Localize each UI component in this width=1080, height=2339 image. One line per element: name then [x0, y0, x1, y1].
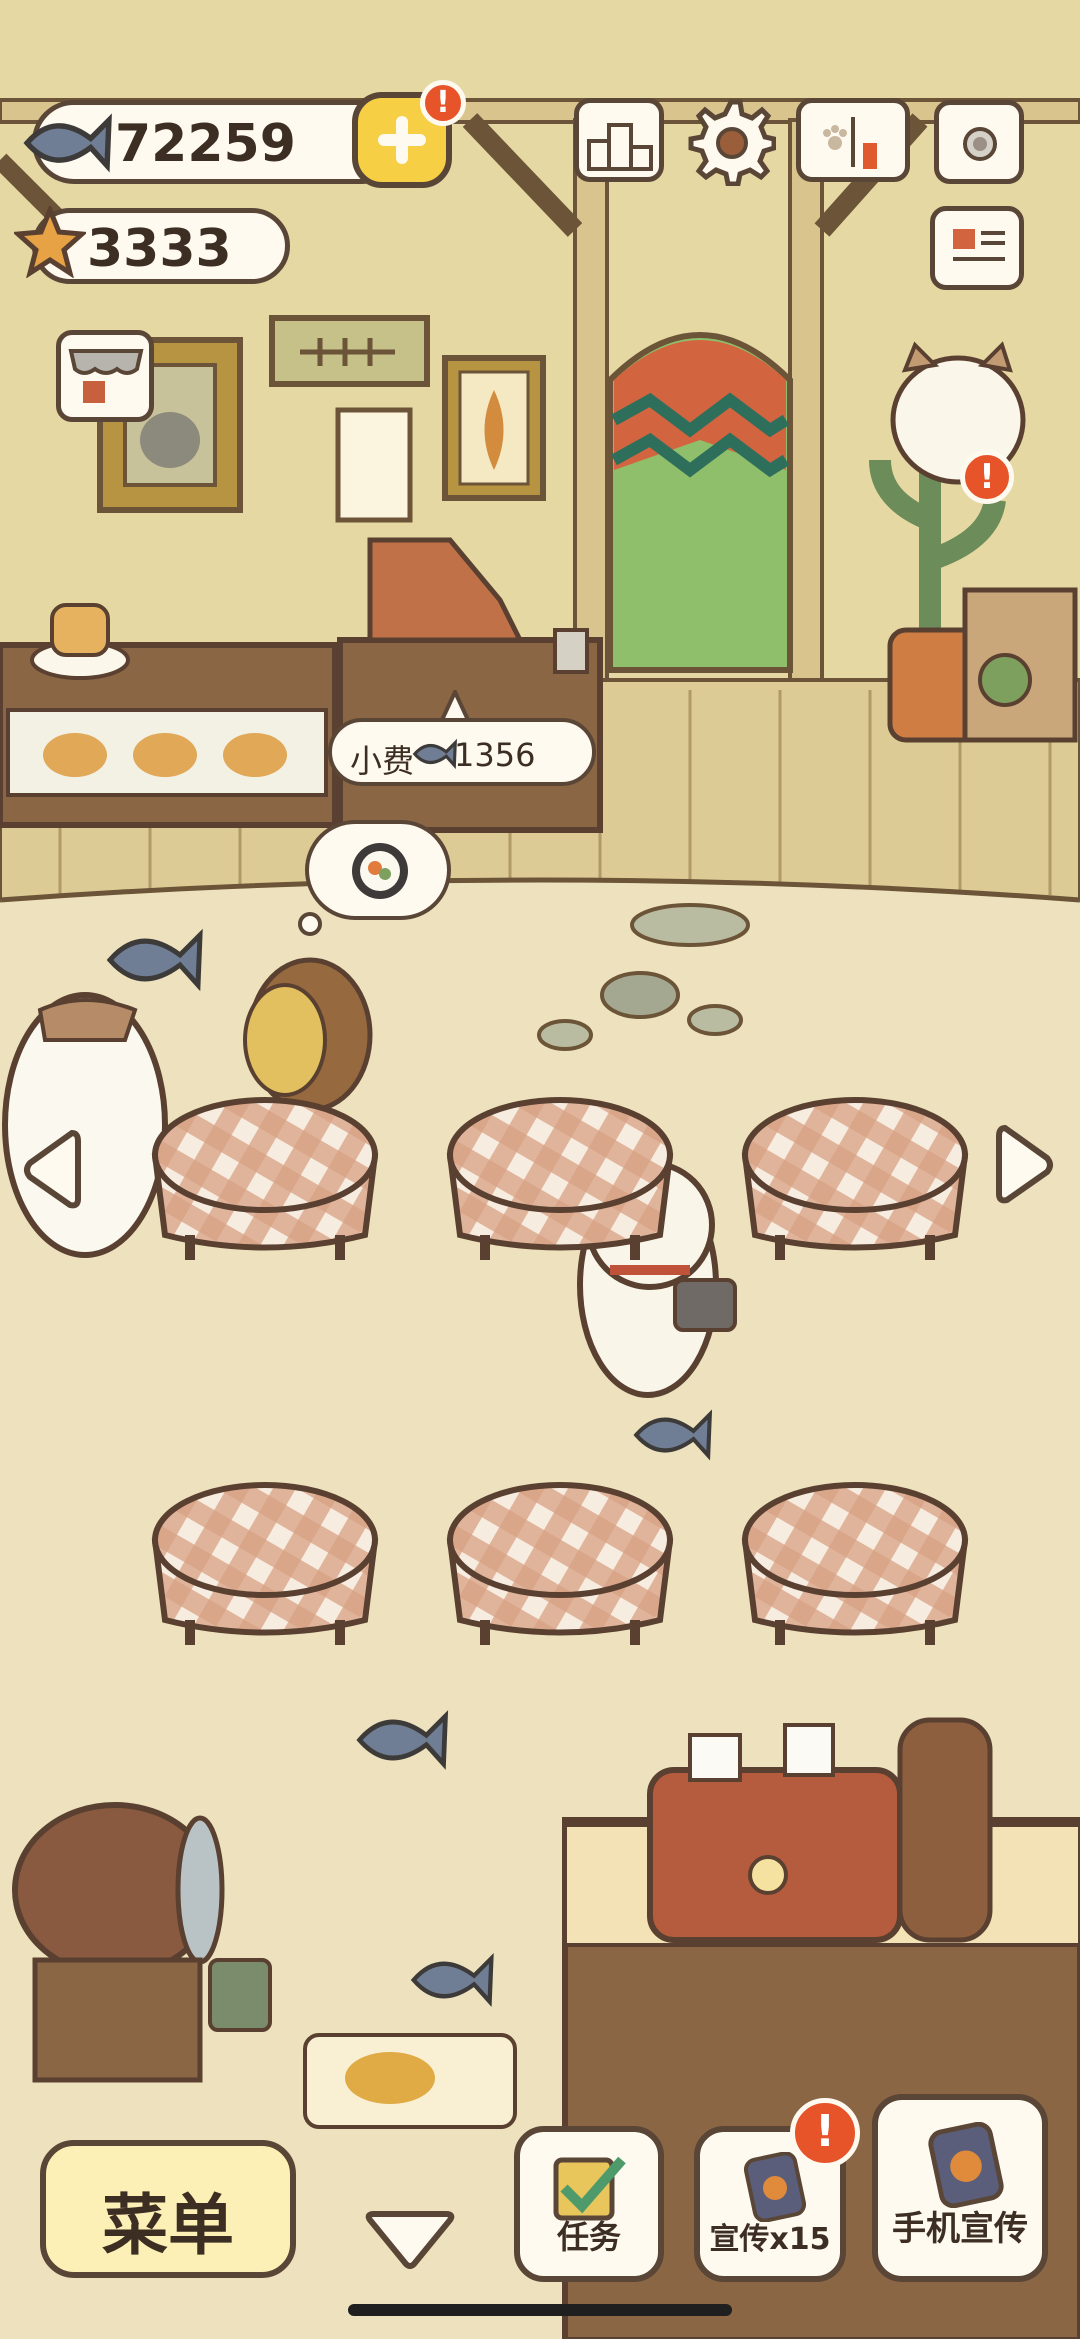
plus-icon: [378, 116, 426, 164]
cat-notification-badge[interactable]: !: [960, 450, 1014, 504]
cafe-table[interactable]: [440, 1470, 680, 1650]
shop-button[interactable]: [56, 330, 154, 422]
camera-button[interactable]: [934, 100, 1024, 184]
collapse-arrow-icon[interactable]: [362, 2210, 458, 2272]
tasks-button[interactable]: 任务: [514, 2126, 664, 2282]
tasks-label: 任务: [556, 2218, 621, 2256]
bubble-tail: [440, 690, 470, 722]
tip-amount: 1356: [454, 736, 536, 774]
cafe-table[interactable]: [440, 1085, 680, 1265]
phone-promo-label: 手机宣传: [892, 2209, 1028, 2249]
newspaper-icon: [953, 229, 1005, 261]
star-count: 3333: [87, 219, 232, 279]
tip-label: 小费: [350, 742, 415, 780]
cafe-table[interactable]: [735, 1470, 975, 1650]
cafe-table[interactable]: [735, 1085, 975, 1265]
cafe-table[interactable]: [145, 1085, 385, 1265]
scroll-left-arrow-icon[interactable]: [20, 1125, 82, 1215]
phone-promo-button[interactable]: 手机宣传: [872, 2094, 1048, 2282]
home-indicator: [348, 2304, 732, 2316]
add-fish-notification-badge: !: [420, 80, 466, 126]
podium-icon: [587, 123, 653, 171]
newspaper-button[interactable]: [930, 206, 1024, 290]
paw-book-icon: [823, 117, 877, 169]
fish-count: 72259: [115, 114, 296, 174]
scroll-right-arrow-icon[interactable]: [995, 1120, 1057, 1210]
promo-label: 宣传x15: [709, 2222, 831, 2257]
menu-label: 菜单: [102, 2187, 234, 2264]
cat-album-book-button[interactable]: [796, 98, 910, 182]
ranking-button[interactable]: [574, 98, 664, 182]
camera-icon: [963, 127, 997, 161]
star-icon: [14, 206, 86, 278]
fish-icon: [356, 1710, 449, 1770]
cafe-table[interactable]: [145, 1470, 385, 1650]
fish-icon: [633, 1409, 713, 1461]
fish-icon: [412, 738, 457, 770]
promo-notification-badge: !: [790, 2098, 860, 2168]
fish-icon: [106, 928, 203, 992]
shop-awning-icon: [68, 349, 144, 403]
phone-promo-icon: [928, 2122, 1004, 2208]
settings-gear-icon[interactable]: [686, 96, 776, 186]
fish-icon: [23, 113, 112, 173]
sushi-roll-icon: [352, 843, 408, 899]
menu-button[interactable]: 菜单: [40, 2140, 296, 2278]
order-bubble-dot: [298, 912, 322, 936]
fish-icon: [410, 1952, 494, 2007]
order-bubble[interactable]: [305, 820, 451, 920]
tip-bubble[interactable]: 小费 1356: [328, 718, 596, 786]
phone-promo-icon: [743, 2152, 807, 2222]
